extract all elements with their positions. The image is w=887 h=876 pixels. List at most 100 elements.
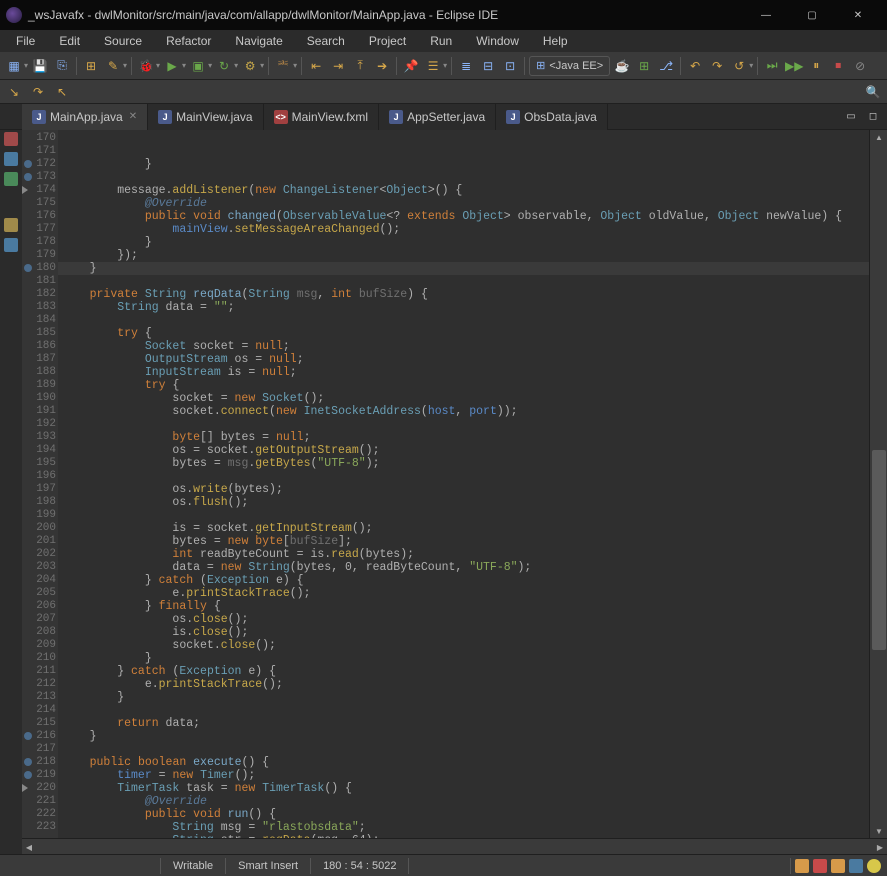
run-last-icon[interactable]: ↻	[214, 56, 234, 76]
scroll-down-icon[interactable]: ▼	[870, 824, 887, 838]
code-line[interactable]: @Override	[62, 795, 869, 808]
code-line[interactable]	[62, 171, 869, 184]
code-line[interactable]: public void changed(ObservableValue<? ex…	[62, 210, 869, 223]
code-line[interactable]	[62, 418, 869, 431]
edit-icon[interactable]: ✎	[103, 56, 123, 76]
git-persp-icon[interactable]: ⎇	[656, 56, 676, 76]
menu-run[interactable]: Run	[418, 32, 464, 50]
tab-obsdata-java[interactable]: JObsData.java	[496, 104, 608, 130]
back-annotation-icon[interactable]: ↶	[685, 56, 705, 76]
code-line[interactable]: timer = new Timer();	[62, 769, 869, 782]
scroll-thumb[interactable]	[872, 450, 886, 650]
code-line[interactable]: bytes = new byte[bufSize];	[62, 535, 869, 548]
nav-next-icon[interactable]: ➔	[372, 56, 392, 76]
code-line[interactable]: }	[62, 158, 869, 171]
code-line[interactable]: } catch (Exception e) {	[62, 574, 869, 587]
maximize-button[interactable]: ▢	[789, 0, 835, 30]
resume-icon[interactable]: ▶▶	[784, 56, 804, 76]
code-line[interactable]: InputStream is = null;	[62, 366, 869, 379]
vertical-scrollbar[interactable]: ▲ ▼	[869, 130, 887, 838]
menu-project[interactable]: Project	[357, 32, 418, 50]
updates-icon[interactable]	[795, 859, 809, 873]
menu-refactor[interactable]: Refactor	[154, 32, 223, 50]
minimize-button[interactable]: —	[743, 0, 789, 30]
pause-icon[interactable]: ⏸	[806, 56, 826, 76]
disconnect-icon[interactable]: ⊘	[850, 56, 870, 76]
code-line[interactable]: os = socket.getOutputStream();	[62, 444, 869, 457]
maximize-view-icon[interactable]: ◻	[863, 107, 883, 127]
code-line[interactable]: private String reqData(String msg, int b…	[62, 288, 869, 301]
hscroll-left-icon[interactable]: ◀	[22, 839, 36, 855]
code-line[interactable]: data = new String(bytes, 0, readByteCoun…	[62, 561, 869, 574]
code-line[interactable]	[62, 275, 869, 288]
nav-up-icon[interactable]: ⤒	[350, 56, 370, 76]
line-gutter[interactable]: 1701711721731741751761771781791801811821…	[36, 130, 58, 838]
code-line[interactable]: e.printStackTrace();	[62, 587, 869, 600]
code-line[interactable]: byte[] bytes = null;	[62, 431, 869, 444]
code-line[interactable]: }	[62, 691, 869, 704]
horizontal-scrollbar[interactable]: ◀ ▶	[22, 838, 887, 854]
code-line[interactable]: mainView.setMessageAreaChanged();	[62, 223, 869, 236]
code-line[interactable]: });	[62, 249, 869, 262]
code-line[interactable]: int readByteCount = is.read(bytes);	[62, 548, 869, 561]
menu-help[interactable]: Help	[531, 32, 580, 50]
tab-appsetter-java[interactable]: JAppSetter.java	[379, 104, 496, 130]
code-line[interactable]	[62, 470, 869, 483]
step-over-icon[interactable]: ↷	[28, 82, 48, 102]
nav-forward-icon[interactable]: ⇥	[328, 56, 348, 76]
menu-source[interactable]: Source	[92, 32, 154, 50]
code-line[interactable]: e.printStackTrace();	[62, 678, 869, 691]
code-line[interactable]: OutputStream os = null;	[62, 353, 869, 366]
step-return-icon[interactable]: ↖	[52, 82, 72, 102]
code-line[interactable]: }	[62, 262, 869, 275]
code-line[interactable]: message.addListener(new ChangeListener<O…	[62, 184, 869, 197]
code-line[interactable]: @Override	[62, 197, 869, 210]
new-server-icon[interactable]: ⎃	[273, 56, 293, 76]
editor[interactable]: 1701711721731741751761771781791801811821…	[22, 130, 887, 838]
code-line[interactable]	[62, 704, 869, 717]
code-line[interactable]: } catch (Exception e) {	[62, 665, 869, 678]
code-line[interactable]: String data = "";	[62, 301, 869, 314]
menu-edit[interactable]: Edit	[47, 32, 92, 50]
tab-mainview-java[interactable]: JMainView.java	[148, 104, 264, 130]
tip-icon[interactable]	[867, 859, 881, 873]
sync-icon[interactable]	[831, 859, 845, 873]
java-persp-icon[interactable]: ☕	[612, 56, 632, 76]
code-line[interactable]: Socket socket = null;	[62, 340, 869, 353]
code-area[interactable]: } message.addListener(new ChangeListener…	[58, 130, 869, 838]
outline-view-icon[interactable]	[4, 172, 18, 186]
open-type-icon[interactable]: ⊞	[81, 56, 101, 76]
code-line[interactable]: is.close();	[62, 626, 869, 639]
code-line[interactable]: try {	[62, 379, 869, 392]
tab-mainapp-java[interactable]: JMainApp.java✕	[22, 104, 148, 130]
console-view-icon[interactable]	[4, 238, 18, 252]
perspective-selector[interactable]: ⊞ <Java EE>	[529, 56, 610, 76]
problems-view-icon[interactable]	[4, 152, 18, 166]
code-line[interactable]: bytes = msg.getBytes("UTF-8");	[62, 457, 869, 470]
code-line[interactable]: String msg = "rlastobsdata";	[62, 821, 869, 834]
outline-icon[interactable]: ≣	[456, 56, 476, 76]
save-icon[interactable]: 💾	[30, 56, 50, 76]
hscroll-right-icon[interactable]: ▶	[873, 839, 887, 855]
code-line[interactable]: }	[62, 236, 869, 249]
code-line[interactable]: } finally {	[62, 600, 869, 613]
external-tools-icon[interactable]: ⚙	[240, 56, 260, 76]
minimize-view-icon[interactable]: ▭	[841, 107, 861, 127]
menu-navigate[interactable]: Navigate	[223, 32, 294, 50]
code-line[interactable]: TimerTask task = new TimerTask() {	[62, 782, 869, 795]
code-line[interactable]: os.flush();	[62, 496, 869, 509]
code-line[interactable]: is = socket.getInputStream();	[62, 522, 869, 535]
code-line[interactable]: os.close();	[62, 613, 869, 626]
code-line[interactable]: os.write(bytes);	[62, 483, 869, 496]
code-line[interactable]: }	[62, 730, 869, 743]
close-tab-icon[interactable]: ✕	[129, 111, 137, 122]
tasks-view-icon[interactable]	[4, 218, 18, 232]
build-icon[interactable]	[849, 859, 863, 873]
breakpoints-view-icon[interactable]	[4, 132, 18, 146]
last-edit-icon[interactable]: ↺	[729, 56, 749, 76]
scroll-up-icon[interactable]: ▲	[870, 130, 887, 144]
stop-icon[interactable]: ⏹	[828, 56, 848, 76]
step-into-icon[interactable]: ↘	[4, 82, 24, 102]
search-icon[interactable]: 🔍	[863, 82, 883, 102]
new-icon[interactable]: ▦	[4, 56, 24, 76]
